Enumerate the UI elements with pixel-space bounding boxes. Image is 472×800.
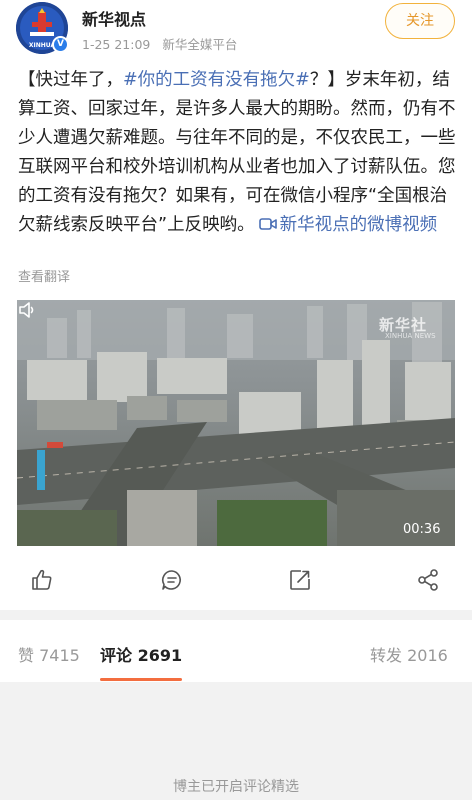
video-duration: 00:36 [403,522,441,537]
video-player[interactable]: 新华社 XINHUA NEWS 00:36 [17,300,455,546]
thumbs-up-icon[interactable] [30,568,54,592]
translate-link[interactable]: 查看翻译 [18,266,70,285]
share-icon[interactable] [416,568,440,592]
post-text-open: 【快过年了， [18,70,123,90]
video-link-label: 新华视点的微博视频 [279,215,438,235]
post-time: 1-25 21:09 [82,37,151,52]
tab-reposts[interactable]: 转发 2016 [370,642,448,666]
post-text: 【快过年了，#你的工资有没有拖欠#？】岁末年初，结算工资、回家过年，是许多人最大… [18,66,458,240]
post-text-body: ？】岁末年初，结算工资、回家过年，是许多人最大的期盼。然而，仍有不少人遭遇欠薪难… [18,70,456,235]
author-name[interactable]: 新华视点 [82,6,146,30]
speaker-icon[interactable] [17,300,37,320]
active-tab-indicator [100,678,182,681]
comment-selection-notice: 博主已开启评论精选 [173,779,299,795]
tab-comments[interactable]: 评论 2691 [100,642,182,666]
post-source: 新华全媒平台 [162,37,238,52]
tab-likes[interactable]: 赞 7415 [18,642,80,666]
follow-button[interactable]: 关注 [385,3,455,39]
video-watermark-sub: XINHUA NEWS [385,332,436,340]
video-camera-icon [258,218,277,230]
hashtag-link[interactable]: #你的工资有没有拖欠# [123,70,310,90]
action-bar [0,560,472,600]
interaction-tabs: 赞 7415 评论 2691 转发 2016 [0,620,472,682]
verified-badge-icon: V [52,36,69,53]
repost-icon[interactable] [288,568,312,592]
post-meta: 1-25 21:09 新华全媒平台 [82,34,237,53]
post-card: XINHUA V 新华视点 1-25 21:09 新华全媒平台 关注 【快过年了，… [0,0,472,610]
comment-icon[interactable] [160,568,184,592]
video-link[interactable]: 新华视点的微博视频 [255,215,438,235]
